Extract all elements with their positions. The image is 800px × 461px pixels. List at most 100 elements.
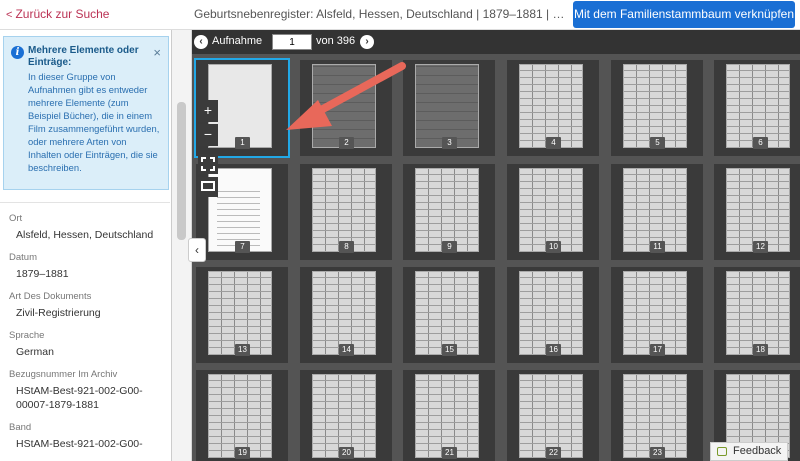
thumbnail-19[interactable]: 19 — [196, 370, 288, 461]
fit-to-screen-button[interactable] — [198, 154, 218, 174]
metadata-list: Ort Alsfeld, Hessen, Deutschland Datum 1… — [0, 202, 170, 461]
top-bar: < Zurück zur Suche Geburtsnebenregister: … — [0, 0, 800, 30]
info-icon: i — [11, 46, 24, 59]
zoom-out-button[interactable]: − — [198, 124, 218, 146]
fullscreen-button[interactable] — [198, 177, 218, 197]
back-to-search-link[interactable]: < Zurück zur Suche — [6, 7, 109, 21]
thumbnail-number: 16 — [546, 344, 561, 356]
page-image — [519, 64, 583, 148]
thumbnail-6[interactable]: 6 — [714, 60, 800, 156]
meta-value: 1879–1881 — [16, 268, 69, 280]
thumbnail-5[interactable]: 5 — [611, 60, 703, 156]
page-image — [208, 374, 272, 458]
thumbnail-8[interactable]: 8 — [300, 164, 392, 260]
thumbnail-number: 7 — [235, 241, 250, 253]
meta-label: Bezugsnummer Im Archiv — [9, 369, 118, 380]
thumbnail-number: 23 — [650, 447, 665, 459]
page-image — [312, 374, 376, 458]
thumbnail-22[interactable]: 22 — [507, 370, 599, 461]
page-image — [415, 64, 479, 148]
thumbnail-23[interactable]: 23 — [611, 370, 703, 461]
meta-value: HStAM-Best-921-002-G00- — [16, 438, 143, 450]
thumbnail-number: 5 — [650, 137, 665, 149]
thumbnail-10[interactable]: 10 — [507, 164, 599, 260]
thumbnail-number: 4 — [546, 137, 561, 149]
page-image — [519, 168, 583, 252]
feedback-button[interactable]: Feedback — [710, 442, 788, 461]
thumbnail-2[interactable]: 2 — [300, 60, 392, 156]
meta-value: Zivil-Registrierung — [16, 307, 101, 319]
next-image-button[interactable]: › — [360, 35, 374, 49]
thumbnail-number: 19 — [235, 447, 250, 459]
page-image — [726, 168, 790, 252]
thumbnail-number: 9 — [442, 241, 457, 253]
meta-label: Ort — [9, 213, 23, 224]
meta-item-place: Ort Alsfeld, Hessen, Deutschland — [0, 213, 170, 242]
thumbnail-number: 14 — [339, 344, 354, 356]
meta-item-volume: Band HStAM-Best-921-002-G00- — [0, 422, 170, 451]
collapse-panel-button[interactable]: ‹ — [188, 238, 206, 262]
thumbnail-number: 12 — [753, 241, 768, 253]
page-image — [623, 271, 687, 355]
thumbnail-number: 17 — [650, 344, 665, 356]
thumbnail-9[interactable]: 9 — [403, 164, 495, 260]
thumbnail-15[interactable]: 15 — [403, 267, 495, 363]
meta-item-document-type: Art Des Dokuments Zivil-Registrierung — [0, 291, 170, 320]
thumbnail-number: 1 — [235, 137, 250, 149]
thumbnail-grid: 123456789101112131415161718192021222324 — [192, 54, 800, 461]
meta-label: Sprache — [9, 330, 45, 341]
thumbnail-number: 8 — [339, 241, 354, 253]
thumbnail-number: 3 — [442, 137, 457, 149]
meta-label: Datum — [9, 252, 37, 263]
thumbnail-17[interactable]: 17 — [611, 267, 703, 363]
page-image — [415, 374, 479, 458]
thumbnail-16[interactable]: 16 — [507, 267, 599, 363]
thumbnail-12[interactable]: 12 — [714, 164, 800, 260]
details-panel: i × Mehrere Elemente oder Einträge: In d… — [0, 30, 172, 461]
thumbnail-18[interactable]: 18 — [714, 267, 800, 363]
screen-icon — [201, 181, 215, 191]
page-image — [312, 64, 376, 148]
page-image — [415, 168, 479, 252]
zoom-in-button[interactable]: + — [198, 100, 218, 122]
thumbnail-14[interactable]: 14 — [300, 267, 392, 363]
thumbnail-number: 11 — [650, 241, 665, 253]
thumbnail-13[interactable]: 13 — [196, 267, 288, 363]
meta-value: HStAM-Best-921-002-G00-00007-1879-1881 — [16, 385, 143, 411]
page-image — [519, 271, 583, 355]
page-image — [519, 374, 583, 458]
thumbnail-number: 22 — [546, 447, 561, 459]
thumbnail-3[interactable]: 3 — [403, 60, 495, 156]
feedback-label: Feedback — [733, 445, 782, 457]
thumbnail-number: 21 — [442, 447, 457, 459]
image-count: von 396 — [316, 35, 356, 47]
previous-image-button[interactable]: ‹ — [194, 35, 208, 49]
image-number-input[interactable] — [272, 34, 312, 50]
close-icon[interactable]: × — [153, 45, 161, 60]
thumbnail-21[interactable]: 21 — [403, 370, 495, 461]
meta-item-date: Datum 1879–1881 — [0, 252, 170, 281]
meta-item-language: Sprache German — [0, 330, 170, 359]
feedback-icon — [717, 447, 727, 456]
thumbnail-11[interactable]: 11 — [611, 164, 703, 260]
page-image — [726, 271, 790, 355]
thumbnail-number: 10 — [546, 241, 561, 253]
image-viewer: ‹ Aufnahme von 396 › 1234567891011121314… — [192, 30, 800, 461]
viewer-toolbar: ‹ Aufnahme von 396 › — [192, 30, 800, 54]
page-image — [312, 168, 376, 252]
page-image — [623, 64, 687, 148]
info-text: In dieser Gruppe von Aufnahmen gibt es e… — [28, 71, 160, 173]
thumbnail-number: 13 — [235, 344, 250, 356]
thumbnail-number: 15 — [442, 344, 457, 356]
page-image — [312, 271, 376, 355]
info-notice: i × Mehrere Elemente oder Einträge: In d… — [3, 36, 169, 190]
thumbnail-number: 20 — [339, 447, 354, 459]
thumbnail-4[interactable]: 4 — [507, 60, 599, 156]
thumbnail-20[interactable]: 20 — [300, 370, 392, 461]
thumbnail-number: 6 — [753, 137, 768, 149]
record-title: Geburtsnebenregister: Alsfeld, Hessen, D… — [194, 7, 572, 21]
scrollbar-thumb[interactable] — [177, 102, 186, 240]
chevron-left-icon: < — [6, 9, 13, 21]
thumbnail-number: 2 — [339, 137, 354, 149]
link-family-tree-button[interactable]: Mit dem Familienstammbaum verknüpfen — [573, 1, 795, 28]
